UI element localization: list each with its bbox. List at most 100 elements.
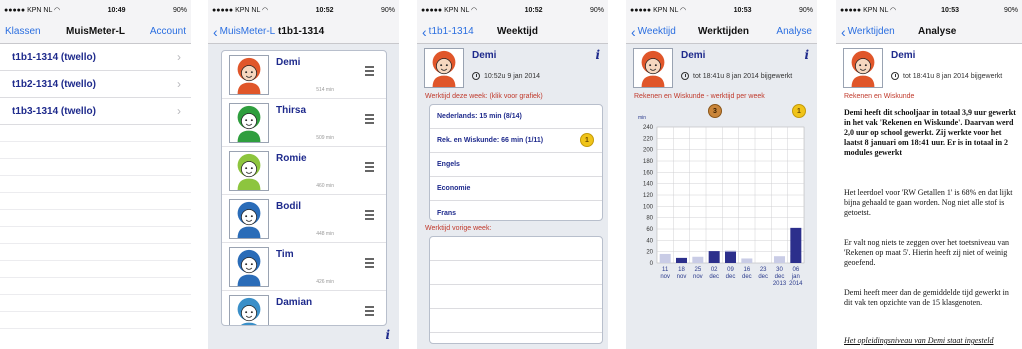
- page-title: Weektijd: [497, 26, 538, 37]
- empty-row: [430, 285, 602, 309]
- empty-row: [0, 244, 191, 261]
- avatar: [424, 48, 464, 88]
- details-list-icon[interactable]: [362, 162, 374, 174]
- x-tick-label: 06: [792, 267, 799, 273]
- clock-time: 10:53: [941, 6, 960, 14]
- avatar-eye: [250, 119, 253, 122]
- navigation-bar: ‹ Weektijd Werktijden Analyse: [626, 20, 817, 44]
- x-tick-label: 09: [727, 267, 734, 273]
- y-tick-label: 200: [643, 148, 654, 154]
- back-button[interactable]: ‹ MuisMeter-L: [213, 25, 275, 39]
- details-list-icon[interactable]: [362, 306, 374, 318]
- subject-row[interactable]: Economie: [430, 177, 602, 201]
- status-bar: ●●●●● KPN NL ◠ 10:52 90%: [208, 0, 399, 20]
- analyse-button[interactable]: Analyse: [776, 26, 812, 37]
- avatar-eye: [245, 71, 248, 74]
- y-tick-label: 20: [646, 250, 653, 256]
- back-button[interactable]: ‹ Weektijd: [631, 25, 676, 39]
- chevron-left-icon: ‹: [213, 23, 218, 40]
- chevron-left-icon: ‹: [422, 23, 427, 40]
- avatar-eye: [440, 64, 443, 67]
- student-row[interactable]: Romie 460 min: [222, 147, 386, 195]
- avatar: [229, 247, 269, 287]
- student-name: Demi: [276, 57, 301, 68]
- x-tick-label: dec: [775, 274, 785, 280]
- education-level-link[interactable]: Het opleidingsniveau van Demi staat inge…: [844, 336, 1016, 346]
- empty-row: [0, 278, 191, 295]
- student-row[interactable]: Tim 426 min: [222, 243, 386, 291]
- clock-time: 10:53: [733, 6, 752, 14]
- empty-row: [430, 237, 602, 261]
- y-tick-label: 120: [643, 193, 654, 199]
- battery: 90%: [172, 6, 187, 14]
- avatar-eye: [445, 64, 448, 67]
- empty-row: [430, 261, 602, 285]
- bar: [708, 251, 720, 263]
- class-row[interactable]: t1b2-1314 (twello) ›: [0, 71, 191, 98]
- x-tick-label: 2013: [773, 281, 787, 287]
- x-tick-label: dec: [709, 274, 719, 280]
- last-week-list: [429, 236, 603, 344]
- y-tick-label: 220: [643, 136, 654, 142]
- x-tick-label: 2014: [789, 281, 803, 287]
- bar: [676, 257, 687, 263]
- subject-row[interactable]: Frans: [430, 201, 602, 220]
- update-time: 10:52u 9 jan 2014: [472, 72, 540, 80]
- empty-row: [430, 309, 602, 333]
- account-button[interactable]: Account: [150, 26, 186, 37]
- x-tick-label: nov: [693, 274, 703, 280]
- carrier: ●●●●● KPN NL ◠: [4, 7, 61, 14]
- info-icon[interactable]: i: [385, 328, 390, 342]
- info-icon[interactable]: i: [804, 48, 809, 62]
- student-name: Tim: [276, 249, 294, 260]
- carrier: ●●●●● KPN NL ◠: [212, 7, 269, 14]
- avatar-eye: [245, 215, 248, 218]
- avatar-face: [645, 58, 661, 75]
- avatar-eye: [649, 64, 652, 67]
- subject-row[interactable]: Rek. en Wiskunde: 66 min (1/11) 1: [430, 129, 602, 153]
- carrier: ●●●●● KPN NL ◠: [840, 7, 897, 14]
- classes-button[interactable]: Klassen: [5, 26, 41, 37]
- details-list-icon[interactable]: [362, 66, 374, 78]
- werktijd-chart[interactable]: min02040608010012014016018020022024011no…: [626, 113, 817, 349]
- battery: 90%: [380, 6, 395, 14]
- analysis-test-level: Er valt nog niets te zeggen over het toe…: [844, 238, 1010, 267]
- details-list-icon[interactable]: [362, 258, 374, 270]
- screen-analyse: ●●●●● KPN NL ◠ 10:53 90% ‹ Werktijden Ana…: [836, 0, 1022, 349]
- empty-row: [0, 261, 191, 278]
- avatar-face: [241, 65, 257, 82]
- student-row[interactable]: Thirsa 509 min: [222, 99, 386, 147]
- subject-row[interactable]: Engels: [430, 153, 602, 177]
- empty-row: [0, 312, 191, 329]
- student-minutes: 460 min: [316, 183, 334, 189]
- avatar-face: [241, 209, 257, 226]
- clock-icon: [891, 72, 899, 80]
- chevron-right-icon: ›: [177, 50, 181, 64]
- student-row[interactable]: Demi 514 min: [222, 51, 386, 99]
- y-axis-label: min: [638, 115, 646, 121]
- analysis-summary: Demi heeft dit schooljaar in totaal 3,9 …: [844, 108, 1016, 157]
- student-row[interactable]: Damian: [222, 291, 386, 325]
- this-week-heading[interactable]: Werktijd deze week: (klik voor grafiek): [425, 93, 543, 100]
- navigation-bar: ‹ t1b1-1314 Weektijd: [417, 20, 608, 44]
- avatar: [229, 151, 269, 191]
- screen-werktijden: ●●●●● KPN NL ◠ 10:53 90% ‹ Weektijd Werkt…: [626, 0, 817, 349]
- student-row[interactable]: Bodil 448 min: [222, 195, 386, 243]
- subject-row[interactable]: Nederlands: 15 min (8/14): [430, 105, 602, 129]
- screen-classes: ●●●●● KPN NL ◠ 10:49 90% Klassen MuisMet…: [0, 0, 191, 349]
- x-tick-label: nov: [677, 274, 687, 280]
- back-button[interactable]: ‹ t1b1-1314: [422, 25, 474, 39]
- details-list-icon[interactable]: [362, 114, 374, 126]
- y-tick-label: 100: [643, 204, 654, 210]
- battery: 90%: [1003, 6, 1018, 14]
- class-row[interactable]: t1b1-1314 (twello) ›: [0, 44, 191, 71]
- back-button[interactable]: ‹ Werktijden: [841, 25, 895, 39]
- avatar-eye: [245, 311, 248, 314]
- y-tick-label: 0: [650, 261, 654, 267]
- student-minutes: 426 min: [316, 279, 334, 285]
- info-icon[interactable]: i: [595, 48, 600, 62]
- class-row[interactable]: t1b3-1314 (twello) ›: [0, 98, 191, 125]
- avatar-eye: [654, 64, 657, 67]
- details-list-icon[interactable]: [362, 210, 374, 222]
- x-tick-label: dec: [758, 274, 768, 280]
